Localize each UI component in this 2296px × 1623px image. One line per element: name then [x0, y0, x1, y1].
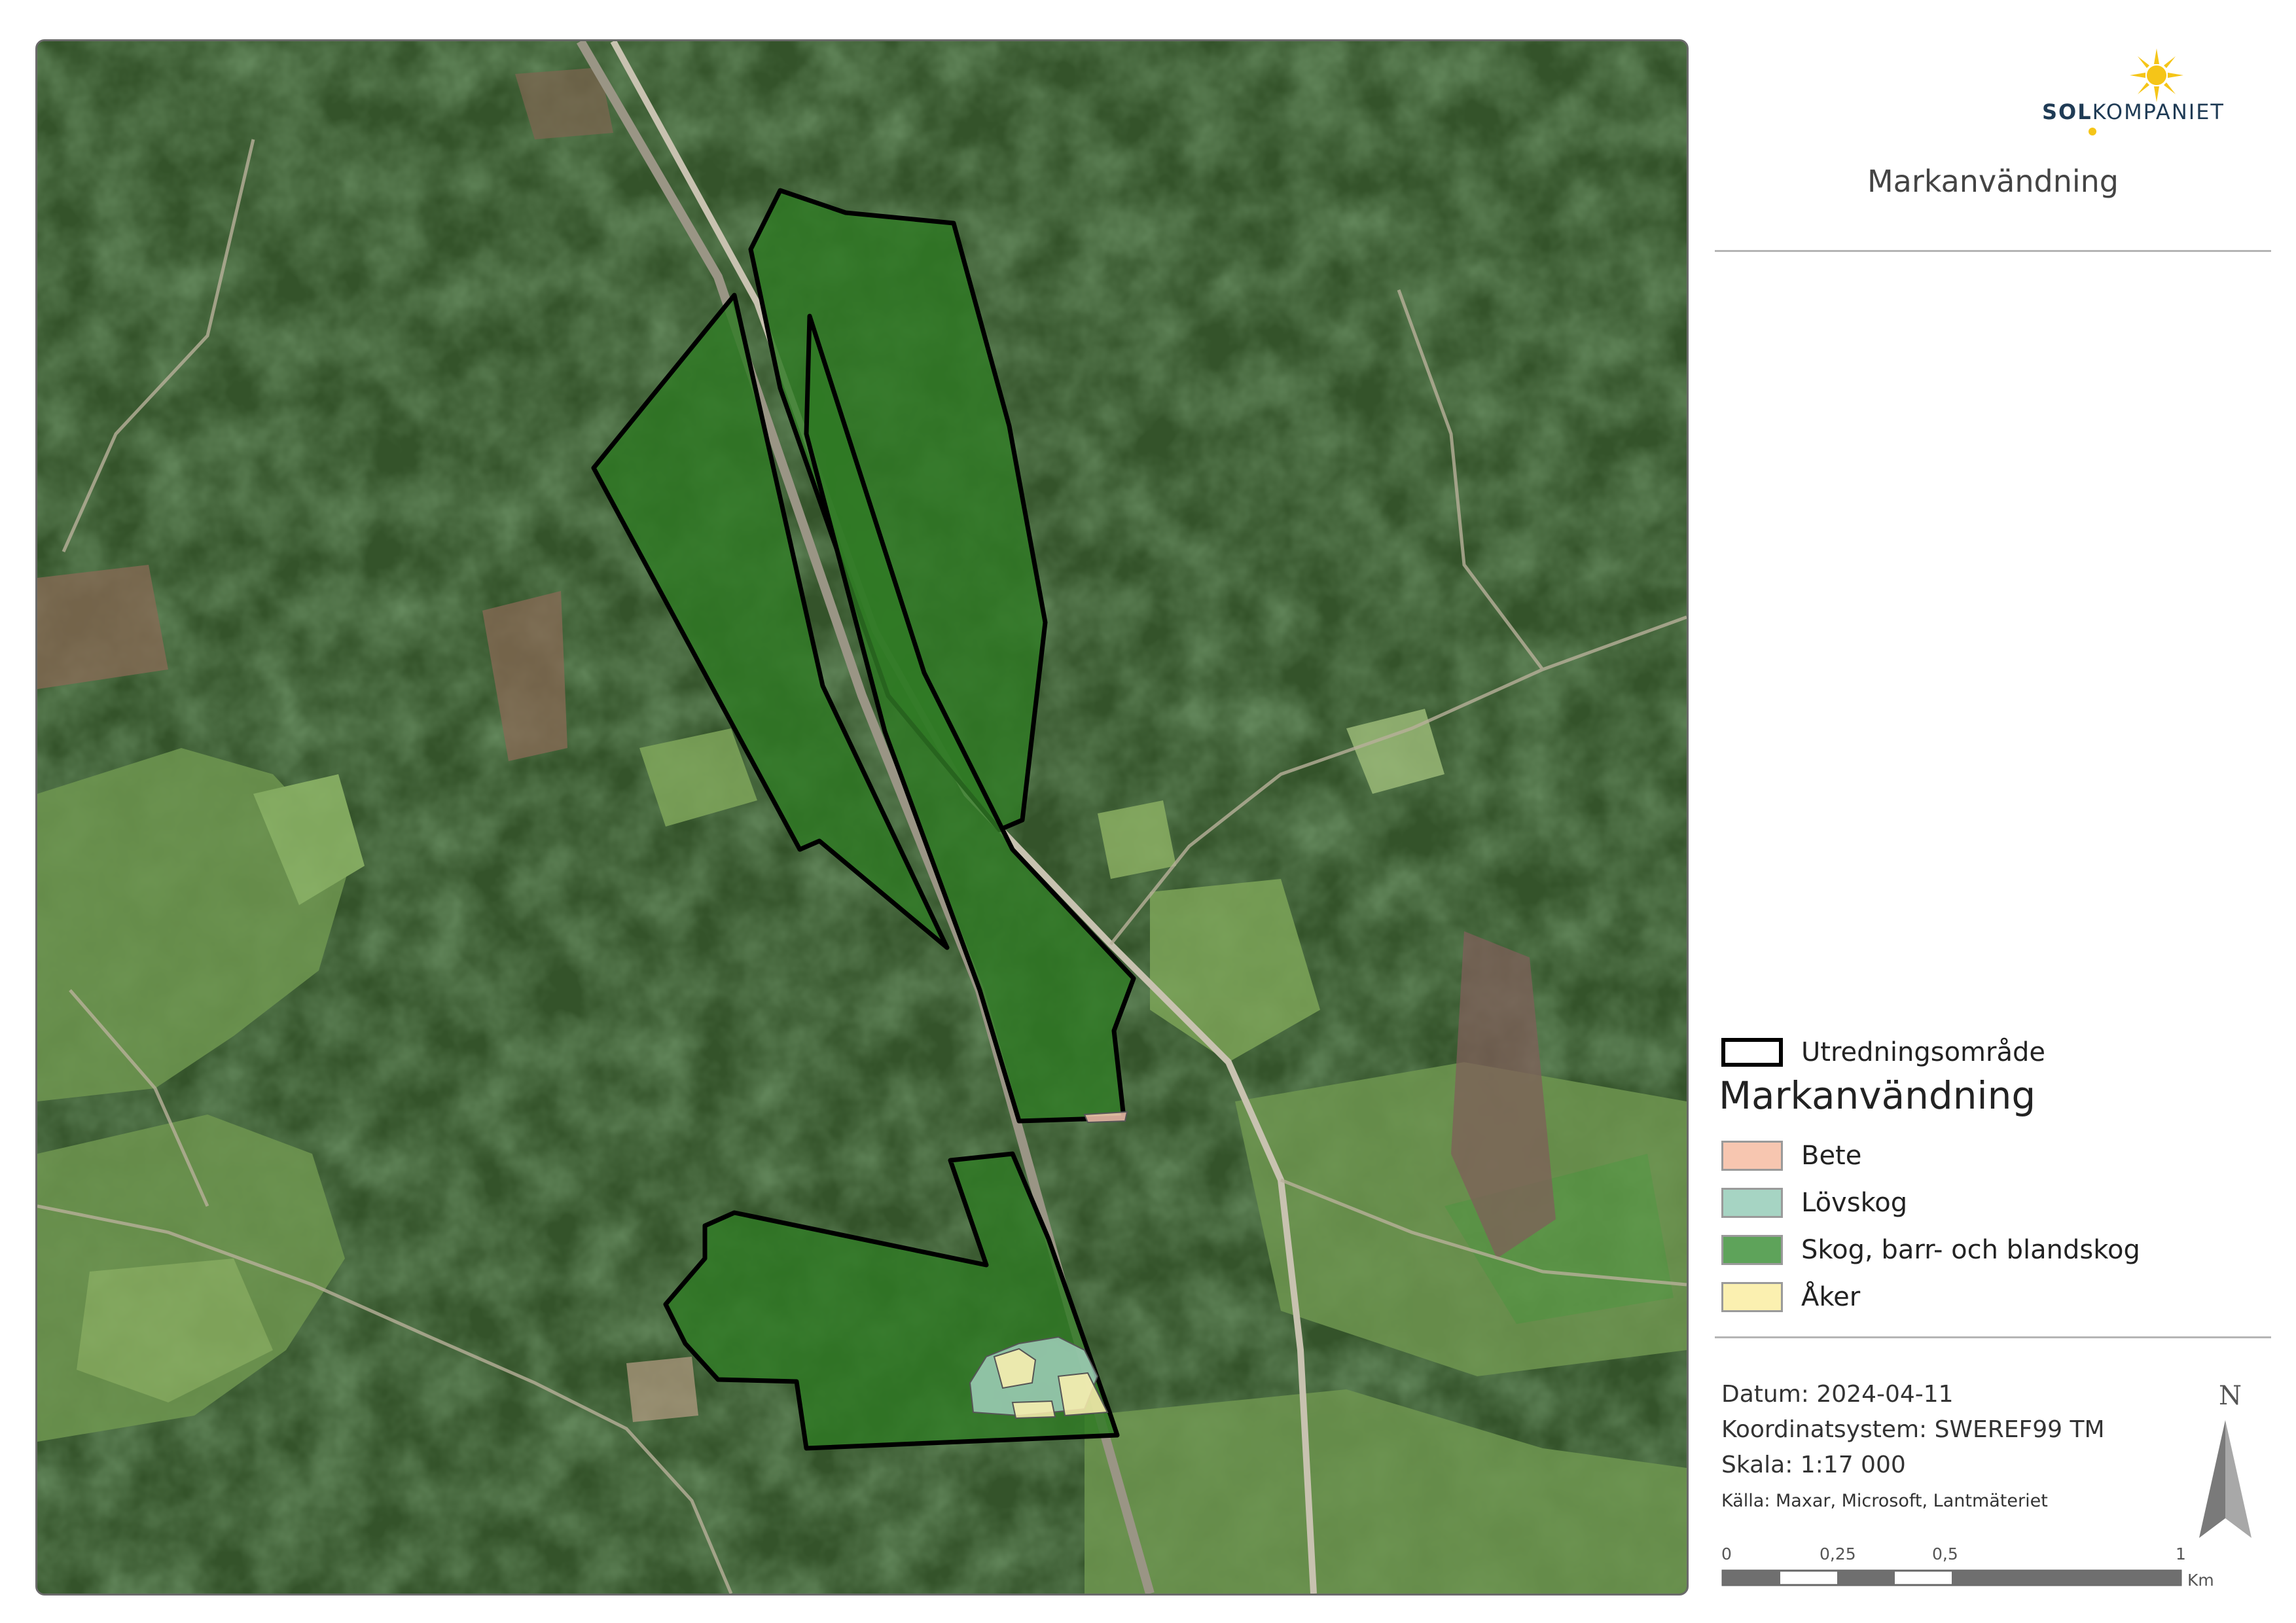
divider-top	[1715, 250, 2271, 252]
legend-item-lovskog: Lövskog	[1721, 1186, 1907, 1220]
scale-tick-05: 0,5	[1932, 1544, 1958, 1563]
sun-icon	[2130, 48, 2183, 102]
legend-heading: Markanvändning	[1719, 1073, 2036, 1118]
source-text: Källa: Maxar, Microsoft, Lantmäteriet	[1721, 1491, 2048, 1511]
north-arrow-icon	[2199, 1420, 2251, 1538]
boundary-swatch	[1721, 1038, 1783, 1067]
scale-tick-025: 0,25	[1820, 1544, 1856, 1563]
scale-text: Skala: 1:17 000	[1721, 1452, 1906, 1478]
legend-item-bete: Bete	[1721, 1139, 1861, 1173]
date-text: Datum: 2024-04-11	[1721, 1381, 1954, 1408]
scale-unit: Km	[2187, 1571, 2214, 1590]
bete-polygon	[1083, 1111, 1128, 1124]
scale-bar: 0 0,25 0,5 1 Km	[1721, 1544, 2245, 1597]
legend-panel: SOLKOMPANIET Markanvändning Utredningsom…	[1715, 39, 2271, 1592]
lovskog-swatch	[1721, 1188, 1783, 1218]
logo-dot-icon	[2089, 128, 2096, 135]
legend-item-aker: Åker	[1721, 1280, 1860, 1314]
solkompaniet-logo: SOLKOMPANIET	[2042, 46, 2258, 151]
legend-boundary-label: Utredningsområde	[1801, 1037, 2045, 1067]
map-title: Markanvändning	[1867, 164, 2119, 199]
aker-swatch	[1721, 1282, 1783, 1312]
logo-wordmark: SOLKOMPANIET	[2042, 99, 2225, 124]
scale-tick-0: 0	[1721, 1544, 1732, 1563]
aker-polygon-3	[1011, 1400, 1056, 1419]
map-frame[interactable]	[35, 39, 1689, 1596]
legend-boundary-row: Utredningsområde	[1721, 1035, 2045, 1069]
legend-item-skog: Skog, barr- och blandskog	[1721, 1233, 2140, 1267]
divider-bottom	[1715, 1336, 2271, 1338]
scale-bar-graphic	[1721, 1569, 2182, 1586]
skog-swatch	[1721, 1235, 1783, 1265]
bete-swatch	[1721, 1141, 1783, 1171]
satellite-map[interactable]	[37, 41, 1687, 1594]
scale-tick-1: 1	[2176, 1544, 2186, 1563]
crs-text: Koordinatsystem: SWEREF99 TM	[1721, 1416, 2105, 1443]
